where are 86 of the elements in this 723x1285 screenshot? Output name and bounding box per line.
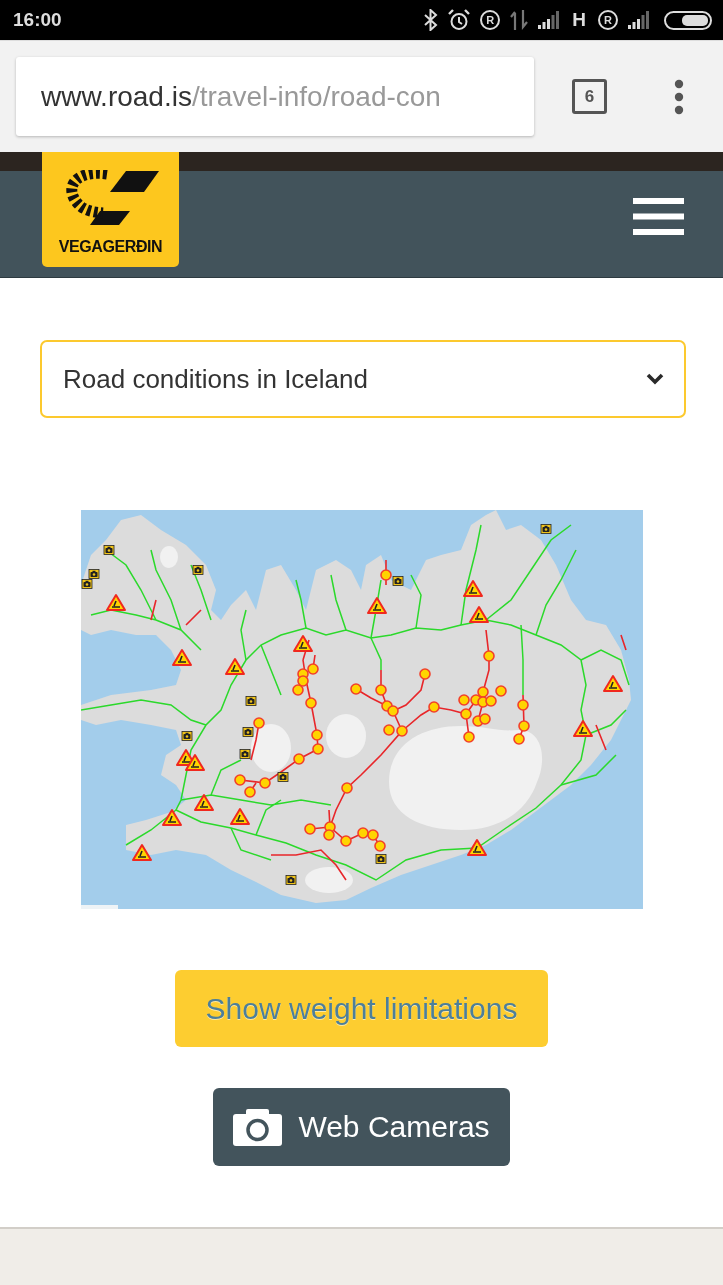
location-dot-icon bbox=[252, 717, 265, 729]
location-dot-icon bbox=[382, 724, 395, 736]
location-dot-icon bbox=[386, 705, 399, 717]
location-dot-icon bbox=[296, 675, 309, 687]
camera-icon bbox=[88, 569, 99, 579]
location-dot-icon bbox=[484, 695, 497, 707]
roaming-indicator: R bbox=[598, 10, 618, 30]
location-dot-icon bbox=[379, 569, 392, 581]
location-dot-icon bbox=[233, 774, 246, 786]
location-dot-icon bbox=[374, 684, 387, 696]
logo-link[interactable]: VEGAGERÐIN bbox=[42, 152, 179, 267]
location-dot-icon bbox=[482, 650, 495, 662]
location-dot-icon bbox=[373, 840, 386, 852]
warning-triangle-icon bbox=[131, 844, 152, 861]
camera-icon bbox=[242, 727, 253, 737]
camera-icon bbox=[375, 854, 386, 864]
camera-icon bbox=[233, 1108, 283, 1146]
warning-triangle-icon bbox=[224, 658, 245, 675]
location-dot-icon bbox=[292, 753, 305, 765]
warning-triangle-icon bbox=[184, 754, 205, 771]
location-dot-icon bbox=[462, 731, 475, 743]
location-dot-icon bbox=[311, 743, 324, 755]
location-dot-icon bbox=[243, 786, 256, 798]
glacier bbox=[304, 867, 353, 893]
signal-icon bbox=[628, 11, 650, 29]
camera-icon bbox=[239, 749, 250, 759]
menu-icon[interactable] bbox=[633, 198, 684, 236]
location-dot-icon bbox=[339, 835, 352, 847]
camera-icon bbox=[540, 524, 551, 534]
warning-triangle-icon bbox=[572, 720, 593, 737]
warning-triangle-icon bbox=[462, 580, 483, 597]
camera-icon bbox=[285, 875, 296, 885]
location-dot-icon bbox=[427, 701, 440, 713]
location-dot-icon bbox=[322, 829, 335, 841]
status-time: 16:00 bbox=[13, 9, 62, 31]
location-dot-icon bbox=[304, 697, 317, 709]
location-dot-icon bbox=[459, 708, 472, 720]
camera-icon bbox=[103, 545, 114, 555]
camera-icon bbox=[181, 731, 192, 741]
warning-triangle-icon bbox=[193, 794, 214, 811]
glacier bbox=[325, 714, 366, 758]
location-dot-icon bbox=[291, 684, 304, 696]
tab-switcher-button[interactable]: 6 bbox=[572, 79, 607, 114]
location-dot-icon bbox=[303, 823, 316, 835]
location-dot-icon bbox=[476, 686, 489, 698]
location-dot-icon bbox=[395, 725, 408, 737]
warning-triangle-icon bbox=[468, 606, 489, 623]
location-dot-icon bbox=[310, 729, 323, 741]
camera-icon bbox=[245, 696, 256, 706]
location-dot-icon bbox=[258, 777, 271, 789]
location-dot-icon bbox=[418, 668, 431, 680]
alarm-clock-icon bbox=[448, 9, 471, 31]
camera-icon bbox=[392, 576, 403, 586]
location-dot-icon bbox=[517, 720, 530, 732]
network-type: H bbox=[572, 9, 586, 31]
more-options-icon[interactable] bbox=[674, 78, 684, 115]
data-arrows-icon bbox=[510, 10, 529, 30]
camera-icon bbox=[277, 772, 288, 782]
location-dot-icon bbox=[349, 683, 362, 695]
roaming-indicator: R bbox=[480, 10, 501, 30]
warning-triangle-icon bbox=[229, 808, 250, 825]
battery-icon bbox=[664, 10, 712, 30]
region-select[interactable]: Road conditions in Iceland bbox=[40, 340, 686, 418]
glacier bbox=[250, 724, 291, 772]
camera-icon bbox=[192, 565, 203, 575]
web-cameras-button[interactable]: Web Cameras bbox=[213, 1088, 510, 1166]
camera-icon bbox=[81, 579, 92, 589]
location-dot-icon bbox=[457, 694, 470, 706]
location-dot-icon bbox=[516, 699, 529, 711]
location-dot-icon bbox=[494, 685, 507, 697]
warning-triangle-icon bbox=[366, 597, 387, 614]
chevron-down-icon bbox=[646, 373, 664, 385]
signal-icon bbox=[538, 11, 561, 29]
location-dot-icon bbox=[512, 733, 525, 745]
warning-triangle-icon bbox=[466, 839, 487, 856]
warning-triangle-icon bbox=[105, 594, 126, 611]
location-dot-icon bbox=[340, 782, 353, 794]
warning-triangle-icon bbox=[161, 809, 182, 826]
warning-triangle-icon bbox=[171, 649, 192, 666]
bluetooth-icon bbox=[424, 9, 439, 31]
location-dot-icon bbox=[366, 829, 379, 841]
warning-triangle-icon bbox=[602, 675, 623, 692]
location-dot-icon bbox=[306, 663, 319, 675]
location-dot-icon bbox=[478, 713, 491, 725]
url-field[interactable]: www.road.is/travel-info/road-con bbox=[16, 57, 534, 136]
location-dot-icon bbox=[356, 827, 369, 839]
